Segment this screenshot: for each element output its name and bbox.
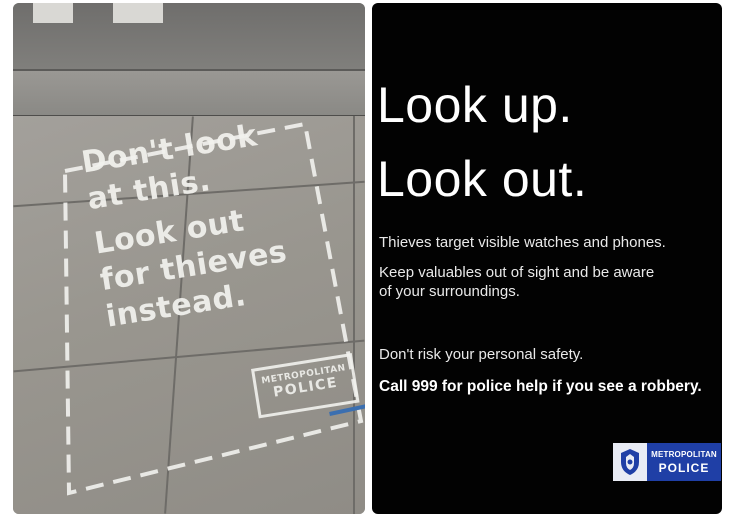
stencil-message: Don't look at this. Look out for thieves…: [79, 106, 356, 336]
logo-line-2: POLICE: [658, 460, 710, 475]
look-up-poster: Look up. Look out. Thieves target visibl…: [372, 3, 722, 514]
pavement-stencil-photo: Don't look at this. Look out for thieves…: [13, 3, 365, 514]
logo-wordmark: METROPOLITAN POLICE: [647, 450, 721, 475]
body-line-4: Don't risk your personal safety.: [379, 346, 584, 363]
call-to-action: Call 999 for police help if you see a ro…: [379, 378, 702, 395]
body-line-2: Keep valuables out of sight and be aware: [379, 264, 655, 281]
logo-line-1: METROPOLITAN: [651, 449, 717, 459]
metropolitan-police-logo: METROPOLITAN POLICE: [613, 443, 721, 481]
police-crest-icon: [613, 443, 647, 481]
body-line-1: Thieves target visible watches and phone…: [379, 234, 666, 251]
headline-line-2: Look out.: [377, 151, 588, 207]
body-line-3: of your surroundings.: [379, 283, 520, 300]
headline-line-1: Look up.: [377, 77, 573, 133]
